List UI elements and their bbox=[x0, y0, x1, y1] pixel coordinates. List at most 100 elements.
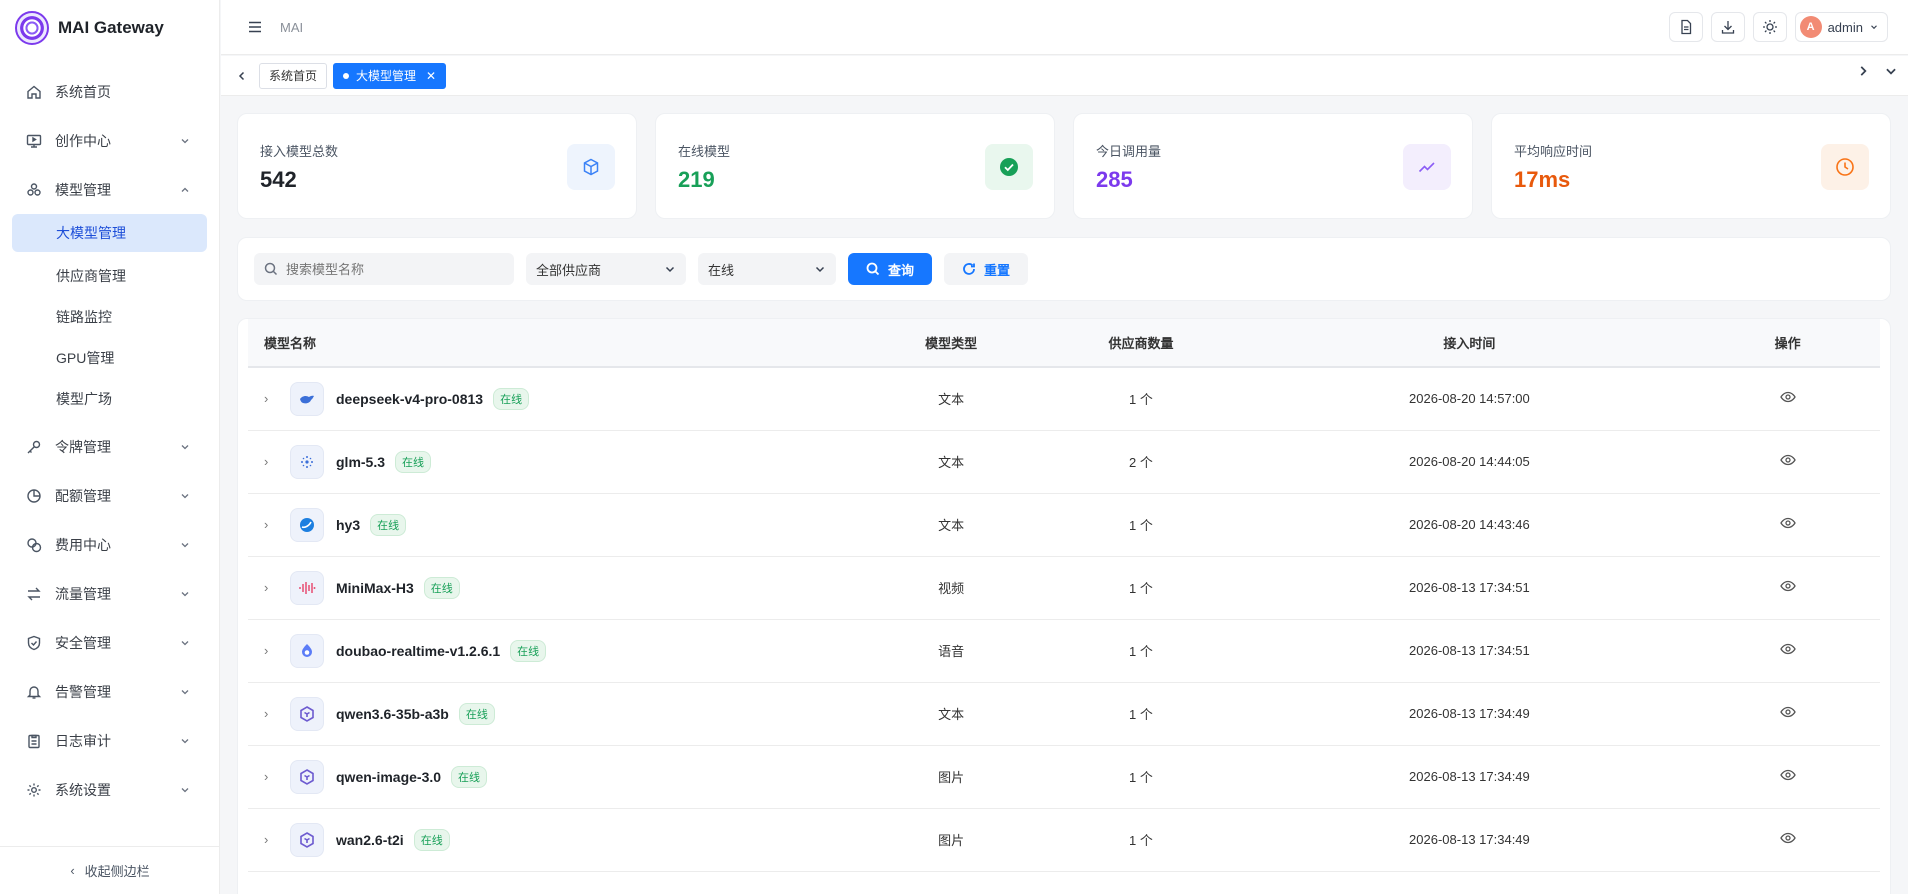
expand-row-icon[interactable]: › bbox=[264, 454, 276, 469]
provider-count: 1 个 bbox=[1038, 745, 1244, 809]
model-name[interactable]: qwen-image-3.0 bbox=[336, 769, 441, 785]
sidebar-item-billing[interactable]: 费用中心 bbox=[0, 520, 219, 569]
reset-button[interactable]: 重置 bbox=[944, 253, 1028, 285]
dots-icon bbox=[290, 444, 324, 479]
sidebar-item-alerts[interactable]: 告警管理 bbox=[0, 667, 219, 716]
expand-row-icon[interactable]: › bbox=[264, 580, 276, 595]
view-icon[interactable] bbox=[1779, 452, 1796, 468]
provider-select[interactable]: 全部供应商 bbox=[526, 253, 686, 285]
mai-logo-icon bbox=[15, 10, 49, 45]
sidebar-item-traffic[interactable]: 流量管理 bbox=[0, 569, 219, 618]
access-time: 2026-08-13 17:34:51 bbox=[1243, 556, 1696, 620]
status-badge: 在线 bbox=[370, 513, 407, 536]
model-name[interactable]: doubao-realtime-v1.2.6.1 bbox=[336, 643, 500, 659]
view-icon[interactable] bbox=[1779, 641, 1796, 657]
sidebar-subitem-trace[interactable]: 链路监控 bbox=[0, 296, 219, 337]
sidebar-item-models[interactable]: 模型管理 bbox=[0, 165, 219, 214]
qwen-icon bbox=[290, 822, 324, 857]
chevron-down-icon bbox=[1871, 25, 1877, 30]
sidebar-item-tokens[interactable]: 令牌管理 bbox=[0, 422, 219, 471]
collapse-sidebar-button[interactable]: ‹ 收起侧边栏 bbox=[0, 846, 220, 894]
expand-row-icon[interactable]: › bbox=[264, 832, 276, 847]
tabs-scroll-left[interactable] bbox=[231, 65, 253, 87]
sidebar-item-label: 模型管理 bbox=[55, 181, 111, 198]
expand-row-icon[interactable]: › bbox=[264, 769, 276, 784]
view-icon[interactable] bbox=[1779, 767, 1796, 783]
menu-toggle-icon[interactable] bbox=[246, 18, 264, 36]
sidebar-subitem-providers[interactable]: 供应商管理 bbox=[0, 255, 219, 296]
model-name[interactable]: MiniMax-H3 bbox=[336, 580, 414, 596]
stats-row: 接入模型总数 542 在线模型 219 今日调用量 285 平均响应时间 17m… bbox=[237, 113, 1891, 219]
search-box[interactable] bbox=[254, 253, 514, 285]
swap-icon bbox=[25, 585, 43, 603]
expand-row-icon[interactable]: › bbox=[264, 706, 276, 721]
sidebar-item-security[interactable]: 安全管理 bbox=[0, 618, 219, 667]
chevron-down-icon[interactable] bbox=[1884, 64, 1898, 78]
chevron-down-icon bbox=[181, 543, 189, 548]
provider-count: 1 个 bbox=[1038, 556, 1244, 620]
user-menu[interactable]: A admin bbox=[1794, 12, 1888, 42]
table-row: › doubao-realtime-v1.2.6.1 在线 语音 1 个 202… bbox=[248, 619, 1880, 683]
model-name[interactable]: qwen3.6-35b-a3b bbox=[336, 706, 449, 722]
cube-icon bbox=[567, 144, 615, 190]
status-badge: 在线 bbox=[458, 702, 495, 725]
model-type: 图片 bbox=[863, 745, 1039, 809]
expand-row-icon[interactable]: › bbox=[264, 517, 276, 532]
bell-icon bbox=[25, 683, 43, 701]
brand[interactable]: MAI Gateway bbox=[0, 0, 219, 55]
app-title: MAI Gateway bbox=[58, 17, 164, 37]
close-icon[interactable]: ✕ bbox=[426, 69, 436, 83]
qwen-icon bbox=[290, 696, 324, 731]
sidebar-item-creation[interactable]: 创作中心 bbox=[0, 116, 219, 165]
sidebar-subitem-llm[interactable]: 大模型管理 bbox=[12, 214, 207, 252]
gear-icon bbox=[25, 781, 43, 799]
expand-row-icon[interactable]: › bbox=[264, 643, 276, 658]
reset-button-label: 重置 bbox=[983, 262, 1010, 278]
whale-icon bbox=[290, 381, 324, 416]
status-select[interactable]: 在线 bbox=[698, 253, 836, 285]
view-icon[interactable] bbox=[1779, 578, 1796, 594]
sidebar-subitem-marketplace[interactable]: 模型广场 bbox=[0, 378, 219, 419]
view-icon[interactable] bbox=[1779, 389, 1796, 405]
stat-card-online: 在线模型 219 bbox=[655, 113, 1055, 219]
cluster-icon bbox=[25, 181, 43, 199]
provider-count: 1 个 bbox=[1038, 367, 1244, 431]
view-icon[interactable] bbox=[1779, 515, 1796, 531]
model-name[interactable]: wan2.6-t2i bbox=[336, 832, 404, 848]
chevron-down-icon bbox=[181, 592, 189, 597]
tab-llm-management[interactable]: 大模型管理 ✕ bbox=[333, 62, 447, 89]
model-name[interactable]: hy3 bbox=[336, 517, 360, 533]
tab-home[interactable]: 系统首页 bbox=[259, 62, 328, 89]
model-name[interactable]: glm-5.3 bbox=[336, 454, 385, 470]
theme-toggle-button[interactable] bbox=[1752, 12, 1787, 42]
collapse-sidebar-label: 收起侧边栏 bbox=[84, 864, 150, 879]
sidebar-item-audit[interactable]: 日志审计 bbox=[0, 716, 219, 765]
download-button[interactable] bbox=[1710, 12, 1745, 42]
sidebar-subitem-gpu[interactable]: GPU管理 bbox=[0, 337, 219, 378]
models-table-card: 模型名称 模型类型 供应商数量 接入时间 操作 › deepseek-v4-pr… bbox=[237, 318, 1891, 894]
sidebar-item-home[interactable]: 系统首页 bbox=[0, 67, 219, 116]
sidebar-item-label: 告警管理 bbox=[55, 683, 111, 700]
search-icon bbox=[264, 262, 278, 276]
docs-button[interactable] bbox=[1668, 12, 1703, 42]
view-icon[interactable] bbox=[1779, 704, 1796, 720]
model-name[interactable]: deepseek-v4-pro-0813 bbox=[336, 391, 483, 407]
view-icon[interactable] bbox=[1779, 830, 1796, 846]
chevron-right-icon[interactable] bbox=[1856, 64, 1870, 78]
chevron-down-icon bbox=[815, 266, 825, 273]
sidebar-item-settings[interactable]: 系统设置 bbox=[0, 765, 219, 814]
query-button[interactable]: 查询 bbox=[848, 253, 932, 285]
model-submenu: 大模型管理 供应商管理 链路监控 GPU管理 模型广场 bbox=[0, 214, 219, 419]
table-row: › hy3 在线 文本 1 个 2026-08-20 14:43:46 bbox=[248, 493, 1880, 557]
model-type: 文本 bbox=[863, 493, 1039, 557]
search-input[interactable] bbox=[286, 261, 506, 277]
status-badge: 在线 bbox=[510, 639, 547, 662]
access-time: 2026-08-20 14:57:00 bbox=[1243, 367, 1696, 431]
sidebar-item-quota[interactable]: 配额管理 bbox=[0, 471, 219, 520]
clock-icon bbox=[1821, 144, 1869, 190]
column-header-type: 模型类型 bbox=[863, 319, 1039, 368]
provider-count: 1 个 bbox=[1038, 682, 1244, 746]
sidebar-item-label: 系统首页 bbox=[55, 83, 111, 100]
expand-row-icon[interactable]: › bbox=[264, 391, 276, 406]
provider-count: 1 个 bbox=[1038, 619, 1244, 683]
